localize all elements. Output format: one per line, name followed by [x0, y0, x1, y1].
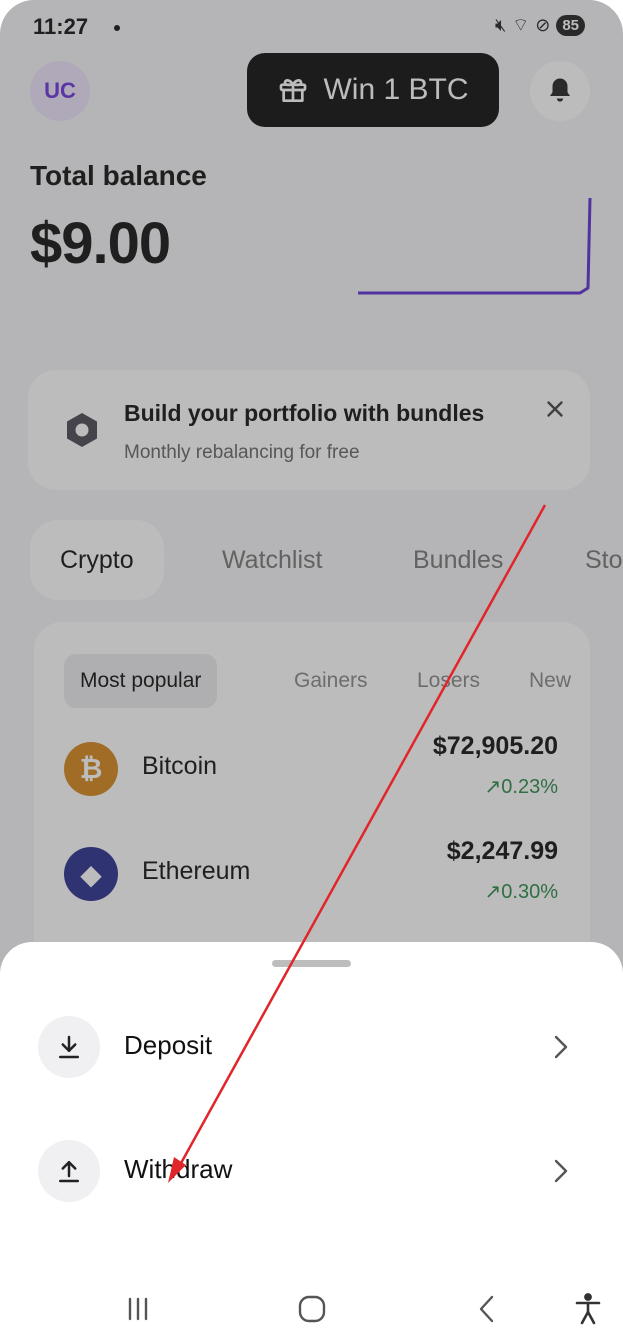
sheet-drag-handle[interactable] [272, 960, 351, 967]
back-icon [479, 1295, 494, 1323]
withdraw-label: Withdraw [124, 1154, 233, 1184]
home-icon [298, 1295, 326, 1323]
chevron-right-icon [554, 1035, 568, 1059]
system-nav-bar [0, 1277, 623, 1337]
deposit-label: Deposit [124, 1030, 213, 1060]
accessibility-icon [575, 1293, 601, 1325]
recents-icon [128, 1297, 148, 1321]
home-button[interactable] [290, 1289, 334, 1329]
back-button[interactable] [466, 1289, 510, 1329]
accessibility-button[interactable] [566, 1289, 610, 1329]
upload-icon [38, 1140, 100, 1202]
recents-button[interactable] [116, 1289, 160, 1329]
withdraw-option[interactable]: Withdraw [0, 1132, 623, 1212]
app-screen: 11:27 🔇︎ ⌔ ⊘ 85 UC Win 1 BTC Total balan… [0, 0, 623, 1337]
chevron-right-icon [554, 1159, 568, 1183]
download-icon [38, 1016, 100, 1078]
deposit-option[interactable]: Deposit [0, 1008, 623, 1088]
